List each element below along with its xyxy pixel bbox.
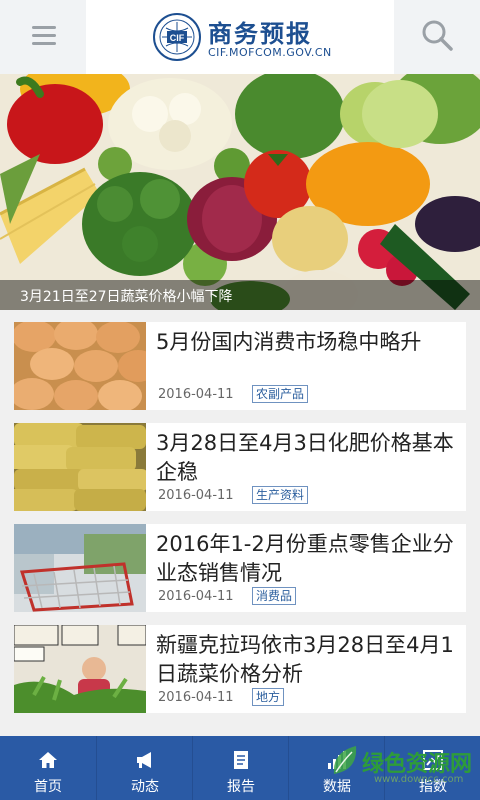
news-item[interactable]: 新疆克拉玛依市3月28日至4月1日蔬菜价格分析 2016-04-11 地方: [14, 625, 466, 713]
app-header: CIF 商务预报 CIF.MOFCOM.GOV.CN: [0, 0, 480, 74]
tab-label: 动态: [131, 779, 159, 795]
document-icon: [234, 751, 248, 769]
banner-caption-bar[interactable]: 3月21日至27日蔬菜价格小幅下降: [0, 280, 480, 310]
news-title[interactable]: 新疆克拉玛依市3月28日至4月1日蔬菜价格分析: [156, 631, 456, 689]
app-title: 商务预报: [208, 20, 312, 48]
news-item[interactable]: 3月28日至4月3日化肥价格基本企稳 2016-04-11 生产资料: [14, 423, 466, 511]
tab-home[interactable]: 首页: [0, 736, 96, 800]
news-date: 2016-04-11: [158, 690, 234, 705]
search-button[interactable]: [394, 0, 480, 74]
news-category-tag[interactable]: 地方: [252, 688, 285, 706]
app-logo: CIF 商务预报 CIF.MOFCOM.GOV.CN: [152, 8, 352, 66]
tab-news[interactable]: 动态: [96, 736, 193, 800]
shopping-cart-thumbnail: [14, 524, 146, 612]
watermark-url: www.downcc.com: [374, 774, 464, 785]
search-icon: [422, 20, 453, 51]
eggs-thumbnail: [14, 322, 146, 410]
news-item[interactable]: 5月份国内消费市场稳中略升 2016-04-11 农副产品: [14, 322, 466, 410]
news-title[interactable]: 2016年1-2月份重点零售企业分业态销售情况: [156, 530, 456, 588]
banner-caption[interactable]: 3月21日至27日蔬菜价格小幅下降: [20, 286, 233, 306]
leaf-logo-icon: [333, 746, 357, 774]
news-date: 2016-04-11: [158, 488, 234, 503]
news-category-tag[interactable]: 生产资料: [252, 486, 309, 504]
banner-carousel[interactable]: 3月21日至27日蔬菜价格小幅下降: [0, 74, 480, 310]
news-item[interactable]: 2016年1-2月份重点零售企业分业态销售情况 2016-04-11 消费品: [14, 524, 466, 612]
news-category-tag[interactable]: 消费品: [252, 587, 297, 605]
news-title[interactable]: 3月28日至4月3日化肥价格基本企稳: [156, 429, 456, 487]
watermark: 绿色资源网 www.downcc.com: [304, 742, 474, 794]
vegetable-market-thumbnail: [14, 625, 146, 713]
tab-label: 首页: [34, 779, 62, 795]
vegetables-banner-image: [0, 74, 480, 310]
megaphone-icon: [137, 752, 151, 768]
menu-button[interactable]: [0, 0, 86, 74]
home-icon: [39, 752, 57, 768]
news-title[interactable]: 5月份国内消费市场稳中略升: [156, 328, 456, 357]
news-date: 2016-04-11: [158, 387, 234, 402]
logo-text: CIF: [170, 33, 185, 43]
news-date: 2016-04-11: [158, 589, 234, 604]
fertilizer-bags-thumbnail: [14, 423, 146, 511]
app-url: CIF.MOFCOM.GOV.CN: [208, 46, 332, 59]
tab-reports[interactable]: 报告: [192, 736, 289, 800]
news-category-tag[interactable]: 农副产品: [252, 385, 309, 403]
tab-label: 报告: [227, 779, 255, 795]
cif-seal-icon: CIF: [153, 13, 201, 61]
